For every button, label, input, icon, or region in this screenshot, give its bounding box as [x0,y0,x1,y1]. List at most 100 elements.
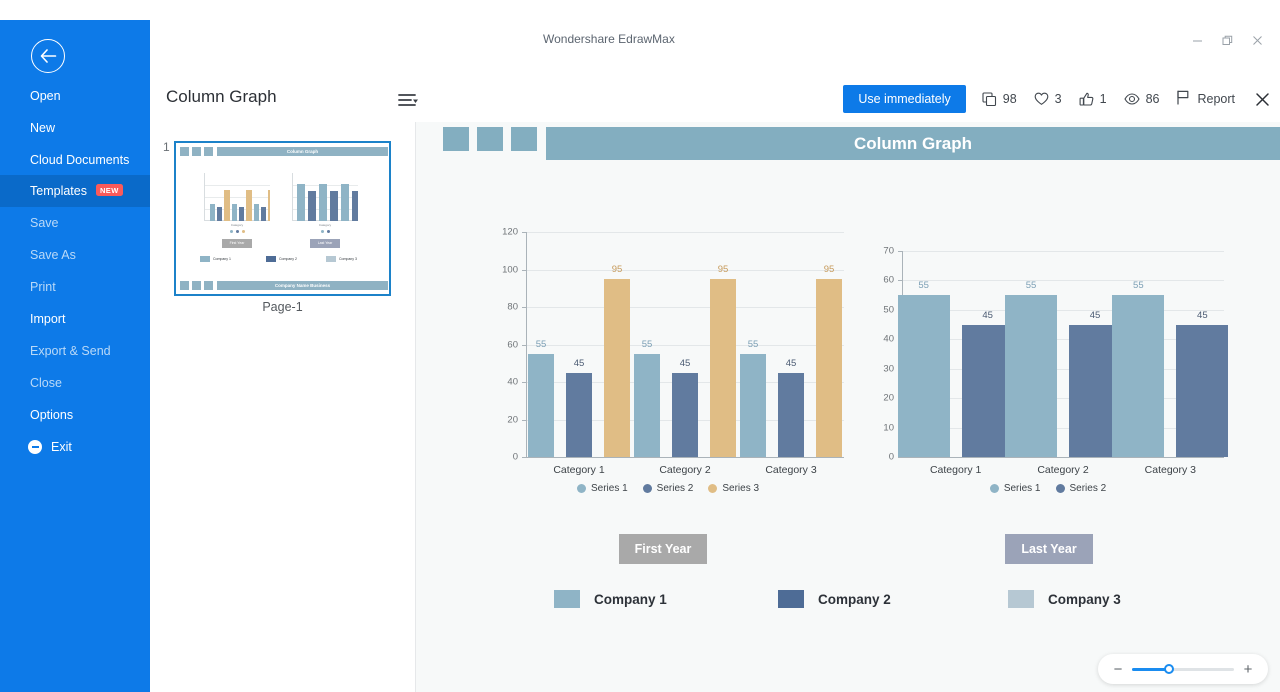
likes-stat[interactable]: 1 [1079,92,1107,107]
zoom-slider-handle[interactable] [1163,664,1174,674]
copies-stat[interactable]: 98 [982,91,1017,107]
sidebar-item-save[interactable]: Save [0,207,150,239]
bar-value-label: 55 [1133,280,1144,292]
sidebar-item-close[interactable]: Close [0,367,150,399]
sidebar-item-print[interactable]: Print [0,271,150,303]
sidebar-item-cloud-documents[interactable]: Cloud Documents [0,144,150,176]
minimize-icon[interactable] [1182,28,1212,52]
page-number: 1 [163,140,170,154]
bar-value-label: 45 [573,357,585,369]
sidebar-item-label: Cloud Documents [30,153,130,167]
document-canvas: Column Graph 0 20 40 60 80 100 120 55 45 95 Catego… [432,122,1280,682]
title-bar: Wondershare EdrawMax [150,0,1280,78]
bar [778,372,804,457]
list-sort-icon[interactable] [398,92,420,108]
sidebar-item-options[interactable]: Options [0,399,150,431]
gridline [526,232,844,233]
sidebar-item-label: New [30,121,56,135]
x-axis [526,457,844,458]
bar [897,295,950,457]
sidebar-item-export-send[interactable]: Export & Send [0,335,150,367]
thumb-footer-bar: Company Name Business [217,281,388,290]
eye-icon [1123,92,1140,106]
gridline [526,307,844,308]
favorites-stat[interactable]: 3 [1034,92,1062,106]
back-arrow-icon[interactable] [31,39,65,73]
flag-icon [1176,90,1190,108]
y-axis [526,232,527,457]
template-actions: Use immediately 98 3 1 86 Report [843,85,1273,113]
zoom-out-button[interactable]: − [1112,661,1124,678]
bar-value-label: 95 [823,263,835,275]
gridline [902,251,1224,252]
last-year-button[interactable]: Last Year [1005,534,1093,564]
report-button[interactable]: Report [1176,90,1235,108]
legend-label: Series 3 [722,483,760,494]
use-immediately-button[interactable]: Use immediately [843,85,966,113]
sidebar-item-label: Open [30,89,61,103]
company-legend-item-2: Company 2 [778,590,891,608]
bar-value-label: 45 [1197,309,1208,321]
bar-value-label: 45 [785,357,797,369]
sidebar-item-import[interactable]: Import [0,303,150,335]
canvas-header-square [477,127,503,151]
y-axis-tick-label: 30 [883,363,894,375]
legend-item: Series 1 [989,483,1041,494]
chart-legend: Series 1 Series 2 [872,483,1232,494]
views-count: 86 [1145,92,1160,106]
sidebar-item-new[interactable]: New [0,112,150,144]
x-axis-category-label: Category 2 [1037,464,1089,476]
exit-icon [28,440,42,454]
sidebar-item-exit[interactable]: Exit [0,431,150,463]
x-axis-category-label: Category 2 [659,464,711,476]
chart-last-year: 0 10 20 30 40 50 60 70 55 45 Category 1 55 45 Categor… [872,237,1232,512]
bar-value-label: 55 [535,338,547,350]
sidebar-item-label: Exit [51,440,72,454]
zoom-slider[interactable] [1132,664,1234,674]
sidebar-item-label: Close [30,376,62,390]
likes-count: 1 [1099,92,1107,106]
thumb-chart-right [292,173,358,221]
thumb-footer-square [180,281,189,290]
bar-value-label: 55 [1025,280,1037,292]
sidebar-item-open[interactable]: Open [0,80,150,112]
views-stat[interactable]: 86 [1123,92,1160,106]
template-header: Column Graph Use immediately 98 3 1 86 R… [150,78,1280,122]
y-axis-tick-label: 40 [883,333,894,345]
sidebar-item-save-as[interactable]: Save As [0,239,150,271]
bar-value-label: 55 [747,338,759,350]
x-axis [902,457,1224,458]
canvas-area[interactable]: Column Graph 0 20 40 60 80 100 120 55 45 95 Catego… [416,122,1280,692]
page-title: Column Graph [166,87,277,106]
company-swatch [1008,590,1034,608]
legend-item: Series 1 [576,483,628,494]
page-caption: Page-1 [262,300,303,314]
bar-value-label: 55 [641,338,653,350]
zoom-in-button[interactable]: + [1242,661,1254,678]
legend-label: Series 2 [656,483,694,494]
bar-value-label: 95 [717,263,729,275]
bar [566,372,592,457]
company-legend-item-3: Company 3 [1008,590,1121,608]
company-swatch [778,590,804,608]
thumb-header-square [180,147,189,156]
page-thumbnail[interactable]: Column Graph Category First Year Categor… [174,141,391,296]
chart-first-year: 0 20 40 60 80 100 120 55 45 95 Category 1 55 45 95 Cat… [492,222,852,512]
thumb-last-year-button: Last Year [310,239,340,248]
y-axis-tick-label: 80 [507,301,518,313]
thumb-header-bar: Column Graph [217,147,388,156]
restore-icon[interactable] [1212,28,1242,52]
y-axis-tick-label: 70 [883,245,894,257]
close-template-icon[interactable] [1251,88,1273,110]
close-window-icon[interactable] [1242,28,1272,52]
y-axis-tick-label: 20 [883,392,894,404]
sidebar-item-templates[interactable]: Templates NEW [0,175,150,207]
thumb-legend-right [304,229,346,234]
gridline [526,269,844,271]
legend-item: Series 2 [1055,483,1106,494]
thumb-company-label: Company 2 [279,257,297,261]
legend-label: Series 1 [590,483,628,494]
thumb-company-label: Company 3 [339,257,357,261]
first-year-button[interactable]: First Year [619,534,707,564]
bar [816,278,842,457]
